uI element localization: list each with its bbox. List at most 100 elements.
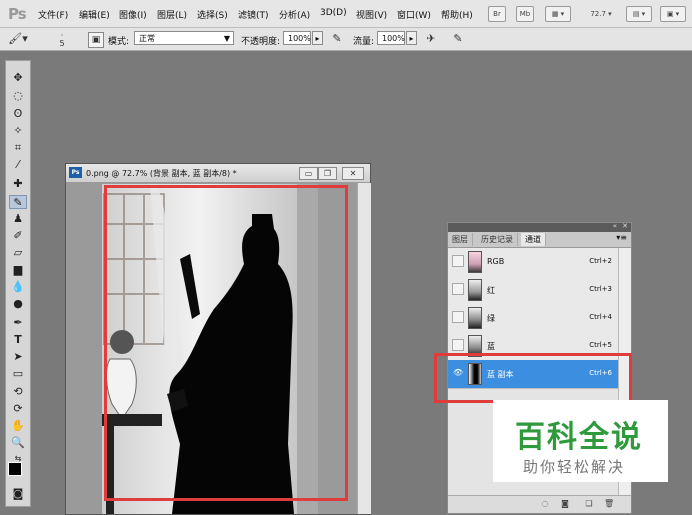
tab-channels[interactable]: 通道 (521, 233, 546, 246)
channel-shortcut: Ctrl+5 (589, 341, 612, 349)
panel-tabs: 图层 历史记录 通道 ▾≡ (448, 232, 631, 248)
highlight-box-channel (434, 353, 632, 403)
mini-bridge-button[interactable]: Mb (516, 6, 534, 22)
tab-history[interactable]: 历史记录 (477, 233, 518, 246)
lasso-tool-icon[interactable]: ʘ (9, 107, 27, 121)
mode-select[interactable]: 正常 ▼ (134, 31, 234, 45)
hand-tool-icon[interactable]: ✋ (9, 419, 27, 433)
collapse-panel-icon[interactable]: « (613, 222, 617, 230)
channel-row-rgb[interactable]: RGB Ctrl+2 (448, 248, 618, 277)
opacity-slider-arrow-icon[interactable]: ▸ (312, 31, 323, 45)
document-title: 0.png @ 72.7% (背景 副本, 蓝 副本/8) * (86, 169, 237, 178)
channel-thumbnail (468, 251, 482, 273)
mode-label: 模式: (108, 37, 130, 47)
channel-shortcut: Ctrl+2 (589, 257, 612, 265)
pen-tool-icon[interactable]: ✒ (9, 316, 27, 330)
brush-size-picker[interactable]: · 5 (55, 32, 69, 48)
arrange-documents-button[interactable]: ▤ ▾ (626, 6, 652, 22)
channel-thumbnail (468, 279, 482, 301)
history-brush-tool-icon[interactable]: ✐ (9, 229, 27, 243)
visibility-toggle[interactable] (452, 255, 464, 267)
photoshop-logo: Ps (8, 5, 27, 23)
marquee-tool-icon[interactable]: ◌ (9, 89, 27, 103)
crop-tool-icon[interactable]: ⌗ (9, 141, 27, 155)
menu-view[interactable]: 视图(V) (356, 8, 387, 21)
brush-panel-toggle-icon[interactable]: ▣ (88, 32, 104, 48)
options-bar: 🖌▾ · 5 ▣ 模式: 正常 ▼ 不透明度: 100% ▸ ✎ 流量: 100% … (0, 28, 692, 51)
channel-row-red[interactable]: 红 Ctrl+3 (448, 276, 618, 305)
visibility-toggle[interactable] (452, 311, 464, 323)
menu-help[interactable]: 帮助(H) (441, 8, 473, 21)
ps-document-icon: Ps (69, 167, 82, 178)
flow-input[interactable]: 100% (377, 31, 405, 45)
panel-footer: ◌ ◙ ❏ 🗑 (448, 495, 631, 513)
path-select-tool-icon[interactable]: ➤ (9, 350, 27, 364)
highlight-box-image (104, 185, 348, 501)
tool-preset-picker[interactable]: 🖌▾ (6, 32, 30, 46)
menu-image[interactable]: 图像(I) (119, 8, 147, 21)
channel-name: RGB (487, 257, 505, 266)
move-tool-icon[interactable]: ✥ (9, 71, 27, 85)
foreground-color-swatch[interactable] (8, 462, 22, 476)
eraser-tool-icon[interactable]: ▱ (9, 246, 27, 260)
quick-mask-icon[interactable]: ◙ (9, 487, 27, 501)
gradient-tool-icon[interactable]: ▆ (9, 263, 27, 277)
3d-orbit-tool-icon[interactable]: ⟳ (9, 402, 27, 416)
opacity-input[interactable]: 100% (283, 31, 311, 45)
delete-channel-icon[interactable]: 🗑 (604, 499, 614, 509)
watermark-title: 百科全说 (515, 420, 643, 455)
menu-bar: Ps 文件(F) 编辑(E) 图像(I) 图层(L) 选择(S) 滤镜(T) 分… (0, 0, 692, 28)
flow-label: 流量: (353, 37, 375, 47)
eyedropper-tool-icon[interactable]: ⁄ (9, 158, 27, 172)
menu-edit[interactable]: 编辑(E) (79, 8, 110, 21)
menu-select[interactable]: 选择(S) (197, 8, 228, 21)
brush-tool-icon[interactable]: ✎ (9, 195, 27, 209)
panel-header[interactable]: « ✕ (448, 222, 631, 232)
quick-select-tool-icon[interactable]: ✧ (9, 124, 27, 138)
restore-button[interactable]: ❐ (318, 167, 337, 180)
dodge-tool-icon[interactable]: ● (9, 297, 27, 311)
close-panel-icon[interactable]: ✕ (622, 222, 628, 230)
menu-file[interactable]: 文件(F) (38, 8, 68, 21)
watermark: 百科全说 助你轻松解决 (493, 400, 668, 482)
vertical-scrollbar[interactable] (357, 183, 371, 514)
shape-tool-icon[interactable]: ▭ (9, 367, 27, 381)
visibility-toggle[interactable] (452, 339, 464, 351)
watermark-subtitle: 助你轻松解决 (523, 458, 626, 476)
view-extras-button[interactable]: ▦ ▾ (545, 6, 571, 22)
zoom-tool-icon[interactable]: 🔍 (9, 436, 27, 450)
opacity-pressure-icon[interactable]: ✎ (330, 32, 344, 46)
opacity-label: 不透明度: (241, 37, 281, 47)
flow-slider-arrow-icon[interactable]: ▸ (406, 31, 417, 45)
clone-stamp-tool-icon[interactable]: ♟ (9, 212, 27, 226)
tab-layers[interactable]: 图层 (448, 233, 473, 246)
channel-row-green[interactable]: 绿 Ctrl+4 (448, 304, 618, 333)
screen-mode-button[interactable]: ▣ ▾ (660, 6, 686, 22)
channel-name: 绿 (487, 314, 495, 323)
menu-window[interactable]: 窗口(W) (397, 8, 431, 21)
load-selection-icon[interactable]: ◌ (540, 499, 550, 509)
bridge-button[interactable]: Br (488, 6, 506, 22)
channel-thumbnail (468, 307, 482, 329)
menu-3d[interactable]: 3D(D) (320, 8, 347, 18)
airbrush-icon[interactable]: ✈ (424, 32, 438, 46)
new-channel-icon[interactable]: ❏ (584, 499, 594, 509)
blur-tool-icon[interactable]: 💧 (9, 280, 27, 294)
channel-name: 蓝 (487, 342, 495, 351)
close-button[interactable]: ✕ (342, 167, 364, 180)
minimize-button[interactable]: ▭ (299, 167, 318, 180)
zoom-level[interactable]: 72.7 ▾ (582, 6, 620, 22)
type-tool-icon[interactable]: T (9, 333, 27, 347)
menu-filter[interactable]: 滤镜(T) (238, 8, 269, 21)
channel-shortcut: Ctrl+3 (589, 285, 612, 293)
save-selection-icon[interactable]: ◙ (560, 499, 570, 509)
document-titlebar[interactable]: Ps 0.png @ 72.7% (背景 副本, 蓝 副本/8) * ▭ ❐ ✕ (66, 164, 370, 183)
menu-layer[interactable]: 图层(L) (157, 8, 187, 21)
menu-analysis[interactable]: 分析(A) (279, 8, 310, 21)
3d-rotate-tool-icon[interactable]: ⟲ (9, 385, 27, 399)
tablet-pressure-icon[interactable]: ✎ (451, 32, 465, 46)
toolbox: ✥ ◌ ʘ ✧ ⌗ ⁄ ✚ ✎ ♟ ✐ ▱ ▆ 💧 ● ✒ T ➤ ▭ ⟲ ⟳ … (5, 60, 31, 507)
visibility-toggle[interactable] (452, 283, 464, 295)
panel-menu-icon[interactable]: ▾≡ (616, 233, 627, 242)
healing-brush-tool-icon[interactable]: ✚ (9, 177, 27, 191)
